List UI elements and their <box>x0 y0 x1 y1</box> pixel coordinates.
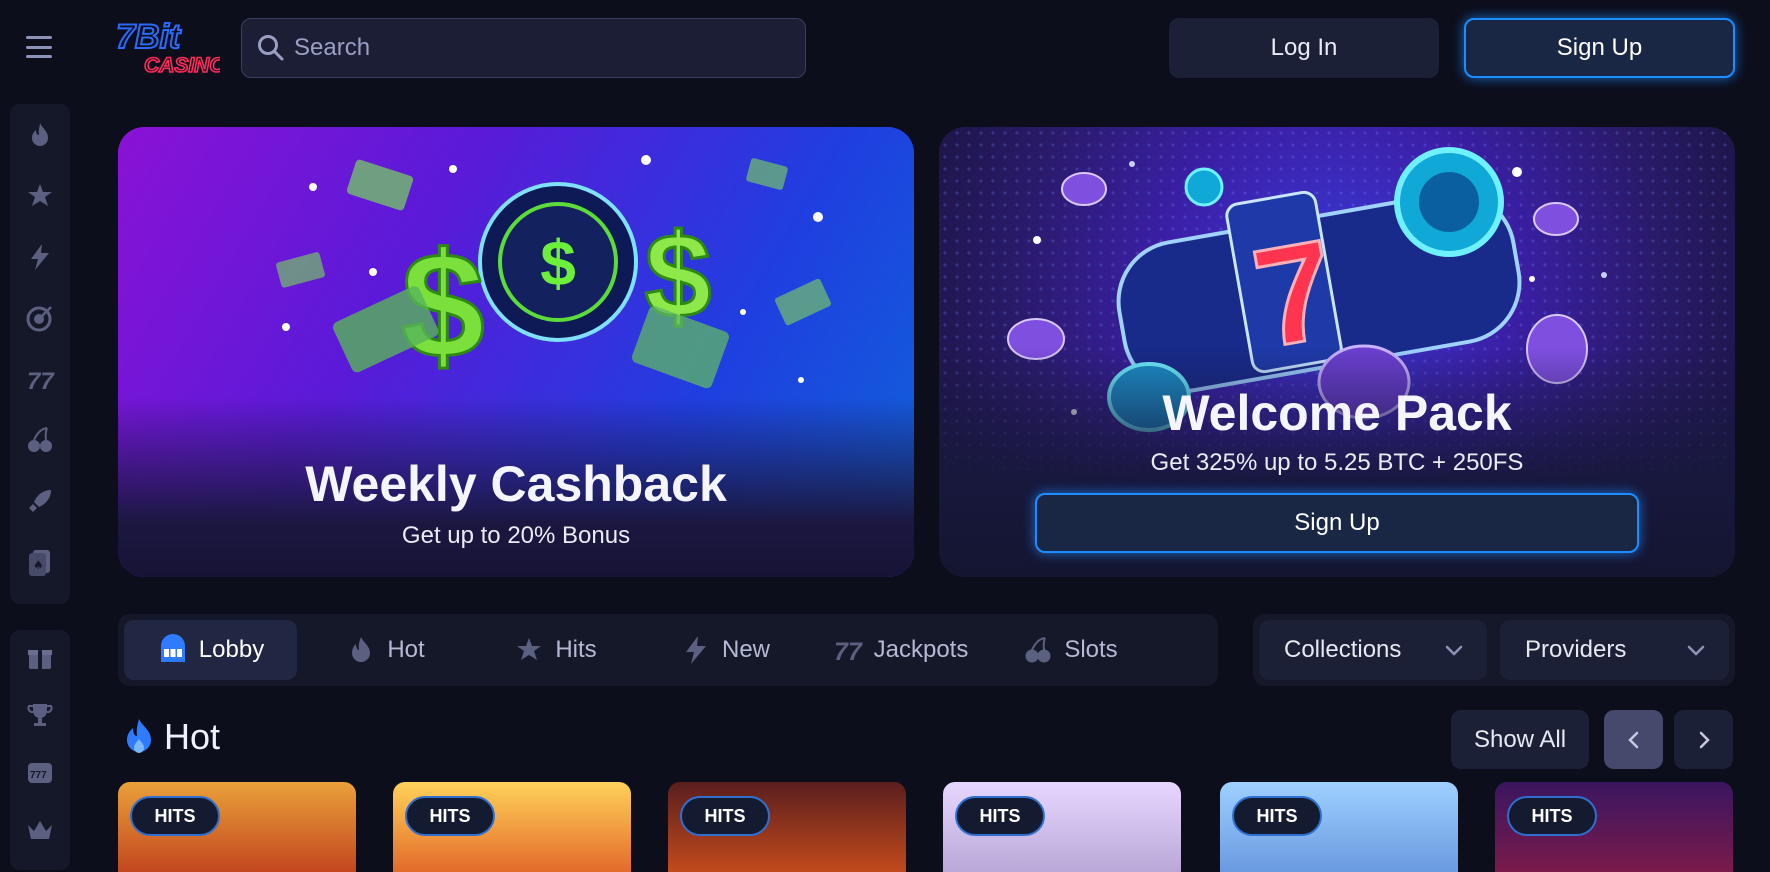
rocket-icon <box>29 490 51 512</box>
game-card[interactable]: HITS <box>393 782 631 872</box>
providers-dropdown[interactable]: Providers <box>1500 620 1729 680</box>
fire-icon <box>352 637 371 662</box>
sidebar-item-slots[interactable] <box>20 421 60 459</box>
game-card[interactable]: HITS <box>943 782 1181 872</box>
sidebar-item-hot[interactable] <box>20 116 60 154</box>
tab-label: Hits <box>555 636 597 663</box>
fire-icon <box>127 719 151 753</box>
hits-badge: HITS <box>405 796 495 836</box>
sidebar-item-promotions[interactable] <box>20 640 60 675</box>
logo-graphic: 7Bit CASINO <box>115 17 226 78</box>
tab-label: Jackpots <box>873 636 969 663</box>
logo-text-top: 7Bit <box>116 18 182 56</box>
hits-badge: HITS <box>680 796 770 836</box>
tab-slots[interactable]: Slots <box>995 620 1145 680</box>
banner-welcome-pack[interactable]: 7 Welcome Pack Get 325% up to 5.25 BTC +… <box>939 127 1735 577</box>
sidebar-item-crash[interactable] <box>20 482 60 520</box>
banner-subtitle: Get up to 20% Bonus <box>401 522 631 549</box>
section-title-label: Hot <box>164 716 221 757</box>
chevron-right-icon <box>1699 731 1710 748</box>
header: 7Bit CASINO Log In Sign Up <box>0 0 1770 98</box>
banner-signup-button[interactable]: Sign Up <box>1035 493 1639 553</box>
sidebar-categories: 77 ♠ <box>10 104 70 604</box>
dropdown-label: Providers <box>1525 636 1627 663</box>
collections-dropdown[interactable]: Collections <box>1259 620 1487 680</box>
tab-new[interactable]: New <box>645 620 805 680</box>
svg-text:77: 77 <box>27 368 55 394</box>
slot-machine-icon <box>160 634 185 662</box>
sidebar-item-tournaments[interactable] <box>20 698 60 733</box>
tab-hits[interactable]: Hits <box>475 620 635 680</box>
sidebar-item-hits[interactable] <box>20 177 60 215</box>
hits-badge: HITS <box>1507 796 1597 836</box>
section-title-hot: Hot <box>122 716 220 758</box>
next-button[interactable] <box>1674 710 1733 769</box>
dropdown-label: Collections <box>1284 636 1402 663</box>
game-card[interactable]: HITS <box>1495 782 1733 872</box>
svg-text:777: 777 <box>30 770 47 781</box>
sidebar-extras: 777 <box>10 630 70 870</box>
sidebar-item-vip[interactable] <box>20 813 60 848</box>
tab-lobby[interactable]: Lobby <box>124 620 297 680</box>
slot-machine-icon: 777 <box>28 763 52 784</box>
show-all-button[interactable]: Show All <box>1451 710 1589 769</box>
banner-weekly-cashback[interactable]: $ $ $ Weekly Cashback Get up to 20% Bonu… <box>118 127 914 577</box>
crown-icon <box>28 820 52 839</box>
jackpot-icon: 77 <box>27 368 55 394</box>
svg-text:77: 77 <box>834 638 863 666</box>
chevron-down-icon <box>1687 645 1705 656</box>
sidebar-item-table[interactable]: ♠ <box>20 543 60 581</box>
stars-icon <box>517 638 542 660</box>
tab-hot[interactable]: Hot <box>305 620 465 680</box>
category-tabs: Lobby Hot Hits New 77 Jackpots Slots <box>118 614 1218 686</box>
gift-icon <box>28 650 52 670</box>
tab-label: Lobby <box>198 636 265 663</box>
sidebar-item-target[interactable] <box>20 299 60 337</box>
sidebar-item-new[interactable] <box>20 238 60 276</box>
tab-label: New <box>721 636 770 663</box>
logo-text-bottom: CASINO <box>144 54 220 77</box>
banner-title: Welcome Pack <box>1162 385 1512 441</box>
target-icon <box>26 306 52 332</box>
game-card[interactable]: HITS <box>118 782 356 872</box>
game-card[interactable]: HITS <box>668 782 906 872</box>
banner-title: Weekly Cashback <box>305 456 727 512</box>
fire-icon <box>32 123 48 146</box>
signup-button[interactable]: Sign Up <box>1464 18 1735 78</box>
lightning-icon <box>685 636 706 664</box>
game-card[interactable]: HITS <box>1220 782 1458 872</box>
tab-label: Hot <box>387 636 425 663</box>
logo[interactable]: 7Bit CASINO <box>115 17 226 78</box>
tab-label: Slots <box>1064 636 1118 663</box>
cards-icon: ♠ <box>29 550 50 576</box>
hits-badge: HITS <box>1232 796 1322 836</box>
hits-badge: HITS <box>955 796 1045 836</box>
banner-subtitle: Get 325% up to 5.25 BTC + 250FS <box>1150 449 1524 476</box>
search-input[interactable] <box>294 34 805 62</box>
stars-icon <box>28 184 52 206</box>
prev-button[interactable] <box>1604 710 1663 769</box>
search-icon <box>258 35 284 61</box>
svg-text:♠: ♠ <box>33 558 44 572</box>
login-button[interactable]: Log In <box>1169 18 1439 78</box>
cherry-icon <box>1025 637 1051 663</box>
hits-badge: HITS <box>130 796 220 836</box>
jackpot-icon: 77 <box>834 638 863 666</box>
chevron-down-icon <box>1445 645 1463 656</box>
chevron-left-icon <box>1627 731 1638 748</box>
tab-jackpots[interactable]: 77 Jackpots <box>815 620 985 680</box>
menu-icon[interactable] <box>26 36 52 58</box>
filter-dropdowns: Collections Providers <box>1253 614 1735 686</box>
sidebar-item-games[interactable]: 777 <box>20 755 60 790</box>
search-bar[interactable] <box>241 18 806 78</box>
svg-text:$: $ <box>540 227 576 299</box>
lightning-icon <box>31 244 49 270</box>
cherry-icon <box>28 427 52 452</box>
trophy-icon <box>27 703 53 726</box>
sidebar-item-jackpots[interactable]: 77 <box>20 360 60 398</box>
